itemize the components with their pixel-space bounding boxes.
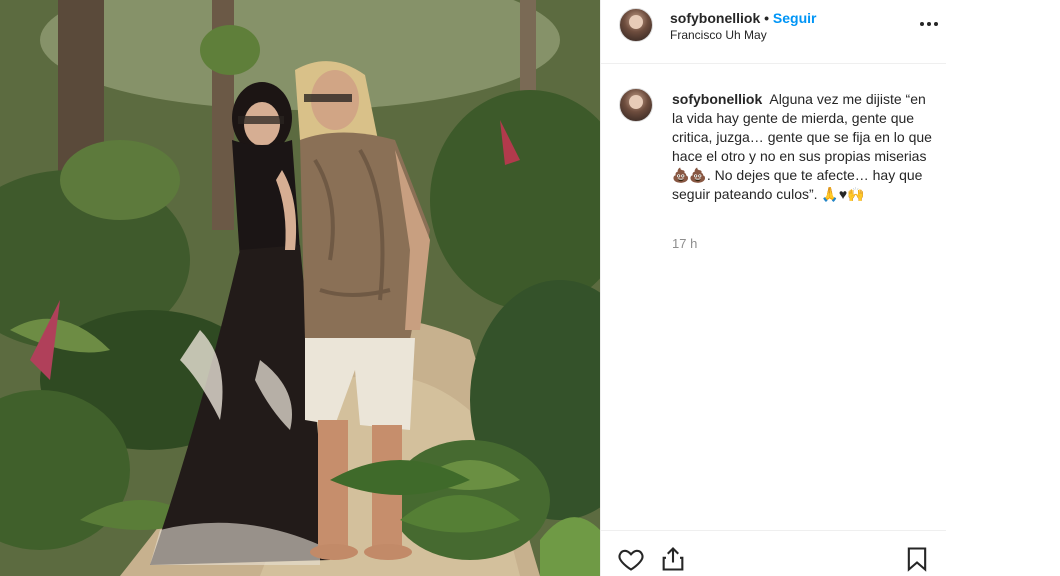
photo-illustration: [0, 0, 600, 576]
caption-username[interactable]: sofybonelliok: [672, 91, 762, 107]
post-timestamp[interactable]: 17 h: [672, 236, 697, 251]
more-horizontal-icon: [934, 22, 938, 26]
author-username[interactable]: sofybonelliok: [670, 10, 760, 26]
post-details-panel: sofybonelliok • Seguir Francisco Uh May …: [600, 0, 947, 576]
page-background: [946, 0, 1060, 576]
follow-button[interactable]: Seguir: [773, 10, 817, 26]
more-options-button[interactable]: [917, 12, 941, 36]
caption-body: sofybonelliok Alguna vez me dijiste “en …: [672, 90, 934, 204]
author-avatar[interactable]: [619, 8, 653, 42]
post-photo[interactable]: [0, 0, 600, 576]
caption-text: Alguna vez me dijiste “en la vida hay ge…: [672, 91, 932, 202]
more-horizontal-icon: [920, 22, 924, 26]
heart-icon[interactable]: [617, 545, 645, 573]
post-header: sofybonelliok • Seguir Francisco Uh May: [601, 0, 947, 64]
caption-author-avatar[interactable]: [619, 88, 653, 122]
post-location[interactable]: Francisco Uh May: [670, 28, 767, 42]
separator-dot: •: [764, 10, 770, 26]
post-actions-bar: [601, 530, 947, 576]
more-horizontal-icon: [927, 22, 931, 26]
share-icon[interactable]: [659, 545, 687, 573]
bookmark-icon[interactable]: [903, 545, 931, 573]
author-line: sofybonelliok • Seguir: [670, 10, 817, 26]
